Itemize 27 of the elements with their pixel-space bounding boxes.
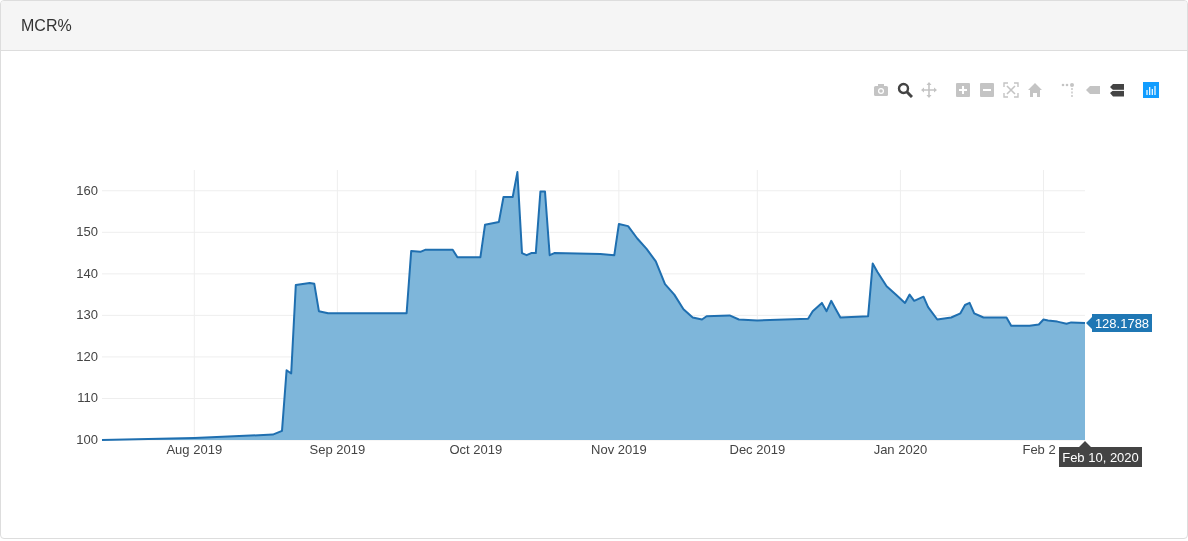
axis-tick-label: Aug 2019: [166, 442, 223, 457]
axis-tick-label: Nov 2019: [591, 442, 647, 457]
camera-icon[interactable]: [873, 82, 889, 98]
axis-tick-label: 110: [77, 390, 98, 406]
autoscale-icon[interactable]: [1003, 82, 1019, 98]
axis-tick-label: 120: [76, 348, 98, 364]
axis-tick-label: 150: [76, 224, 98, 240]
logo-icon[interactable]: [1143, 82, 1159, 98]
axis-tick-label: 100: [76, 432, 98, 447]
axis-tick-label: Sep 2019: [309, 442, 366, 457]
axis-tick-label: 130: [76, 307, 98, 323]
axis-tick-label: Oct 2019: [449, 442, 503, 457]
zoom-icon[interactable]: [897, 82, 913, 98]
axis-tick-label: Dec 2019: [729, 442, 786, 457]
home-icon[interactable]: [1027, 82, 1043, 98]
zoom-out-icon[interactable]: [979, 82, 995, 98]
pan-icon[interactable]: [921, 82, 937, 98]
axis-tick-label: Feb 2: [1022, 442, 1056, 457]
spikes-icon[interactable]: [1061, 82, 1077, 98]
date-hover-label: Feb 10, 2020: [1059, 441, 1142, 467]
axis-tick-label: 160: [76, 182, 98, 198]
hover-compare-icon[interactable]: [1109, 82, 1125, 98]
value-hover-label: 128.1788: [1086, 313, 1152, 332]
axis-tick-label: Jan 2020: [873, 442, 928, 457]
zoom-in-icon[interactable]: [955, 82, 971, 98]
panel-title: MCR%: [21, 16, 72, 35]
axis-tick-label: 140: [76, 265, 98, 281]
